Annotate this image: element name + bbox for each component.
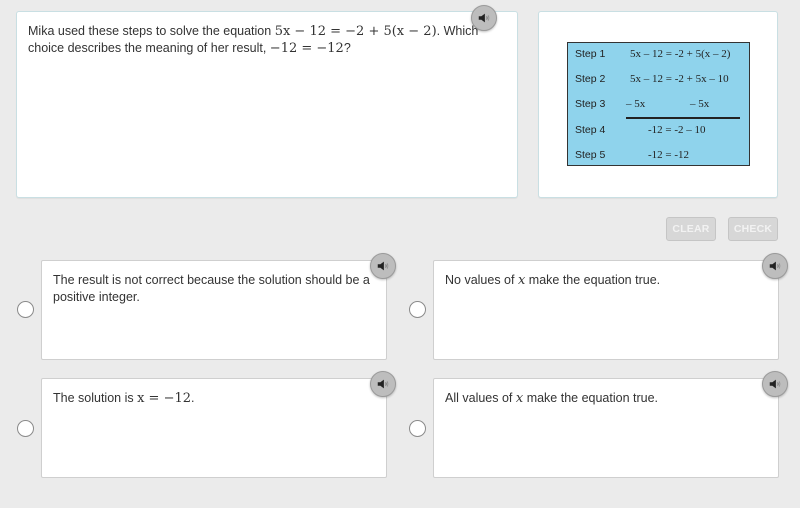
question-text-part: Mika used these steps to solve the equat… — [28, 24, 275, 38]
choice-card-d[interactable]: All values of x make the equation true. — [433, 378, 779, 478]
steps-image-panel: Step 1 5x – 12 = -2 + 5(x – 2) Step 2 5x… — [538, 11, 778, 198]
choice-text: All values of x make the equation true. — [445, 390, 764, 407]
choice-text: The solution is x = −12. — [53, 390, 372, 407]
question-result: −12 = −12 — [269, 41, 344, 56]
step-row: Step 3 – 5x – 5x — [568, 93, 749, 118]
choice-radio-b[interactable] — [409, 301, 426, 318]
step-label: Step 3 — [575, 98, 606, 110]
step-equation: 5x – 12 = -2 + 5(x – 2) — [630, 48, 731, 60]
choice-card-a[interactable]: The result is not correct because the so… — [41, 260, 387, 360]
choice-text-part: All values of — [445, 391, 516, 405]
check-button[interactable]: CHECK — [728, 217, 778, 241]
speaker-icon — [477, 11, 491, 25]
choice-text-part: make the equation true. — [523, 391, 659, 405]
choice-text: No values of x make the equation true. — [445, 272, 764, 289]
choice-text-part: . — [191, 391, 195, 405]
choice-text-part: The solution is — [53, 391, 138, 405]
step-equation: -12 = -2 – 10 — [648, 124, 706, 136]
question-audio-button[interactable] — [471, 5, 497, 31]
choice-text-part: No values of — [445, 273, 518, 287]
clear-button[interactable]: CLEAR — [666, 217, 716, 241]
question-text: Mika used these steps to solve the equat… — [28, 23, 498, 57]
question-text-part: ? — [343, 41, 351, 55]
choice-card-c[interactable]: The solution is x = −12. — [41, 378, 387, 478]
step-equation: -12 = -12 — [648, 149, 690, 161]
question-panel: Mika used these steps to solve the equat… — [16, 11, 518, 198]
question-equation: 5x − 12 = −2 + 5(x − 2) — [274, 24, 437, 39]
choice-radio-c[interactable] — [17, 420, 34, 437]
step-equation-right: – 5x — [690, 98, 710, 110]
step-equation-left: – 5x — [626, 98, 646, 110]
speaker-icon — [768, 259, 782, 273]
choice-audio-button[interactable] — [762, 371, 788, 397]
step-label: Step 4 — [575, 124, 606, 136]
step-label: Step 1 — [575, 48, 606, 60]
speaker-icon — [376, 377, 390, 391]
steps-table: Step 1 5x – 12 = -2 + 5(x – 2) Step 2 5x… — [567, 42, 750, 166]
step-row: Step 4 -12 = -2 – 10 — [568, 119, 749, 144]
speaker-icon — [376, 259, 390, 273]
step-equation: 5x – 12 = -2 + 5x – 10 — [630, 73, 729, 85]
step-label: Step 2 — [575, 73, 606, 85]
step-row: Step 2 5x – 12 = -2 + 5x – 10 — [568, 68, 749, 93]
choice-text-part: make the equation true. — [525, 273, 661, 287]
choice-radio-d[interactable] — [409, 420, 426, 437]
choice-audio-button[interactable] — [370, 253, 396, 279]
choice-math: x = −12 — [137, 391, 192, 406]
step-row: Step 5 -12 = -12 — [568, 144, 749, 169]
choice-audio-button[interactable] — [370, 371, 396, 397]
choice-text: The result is not correct because the so… — [53, 273, 370, 304]
choice-card-b[interactable]: No values of x make the equation true. — [433, 260, 779, 360]
step-row: Step 1 5x – 12 = -2 + 5(x – 2) — [568, 43, 749, 68]
choice-audio-button[interactable] — [762, 253, 788, 279]
step-label: Step 5 — [575, 149, 606, 161]
choice-radio-a[interactable] — [17, 301, 34, 318]
speaker-icon — [768, 377, 782, 391]
